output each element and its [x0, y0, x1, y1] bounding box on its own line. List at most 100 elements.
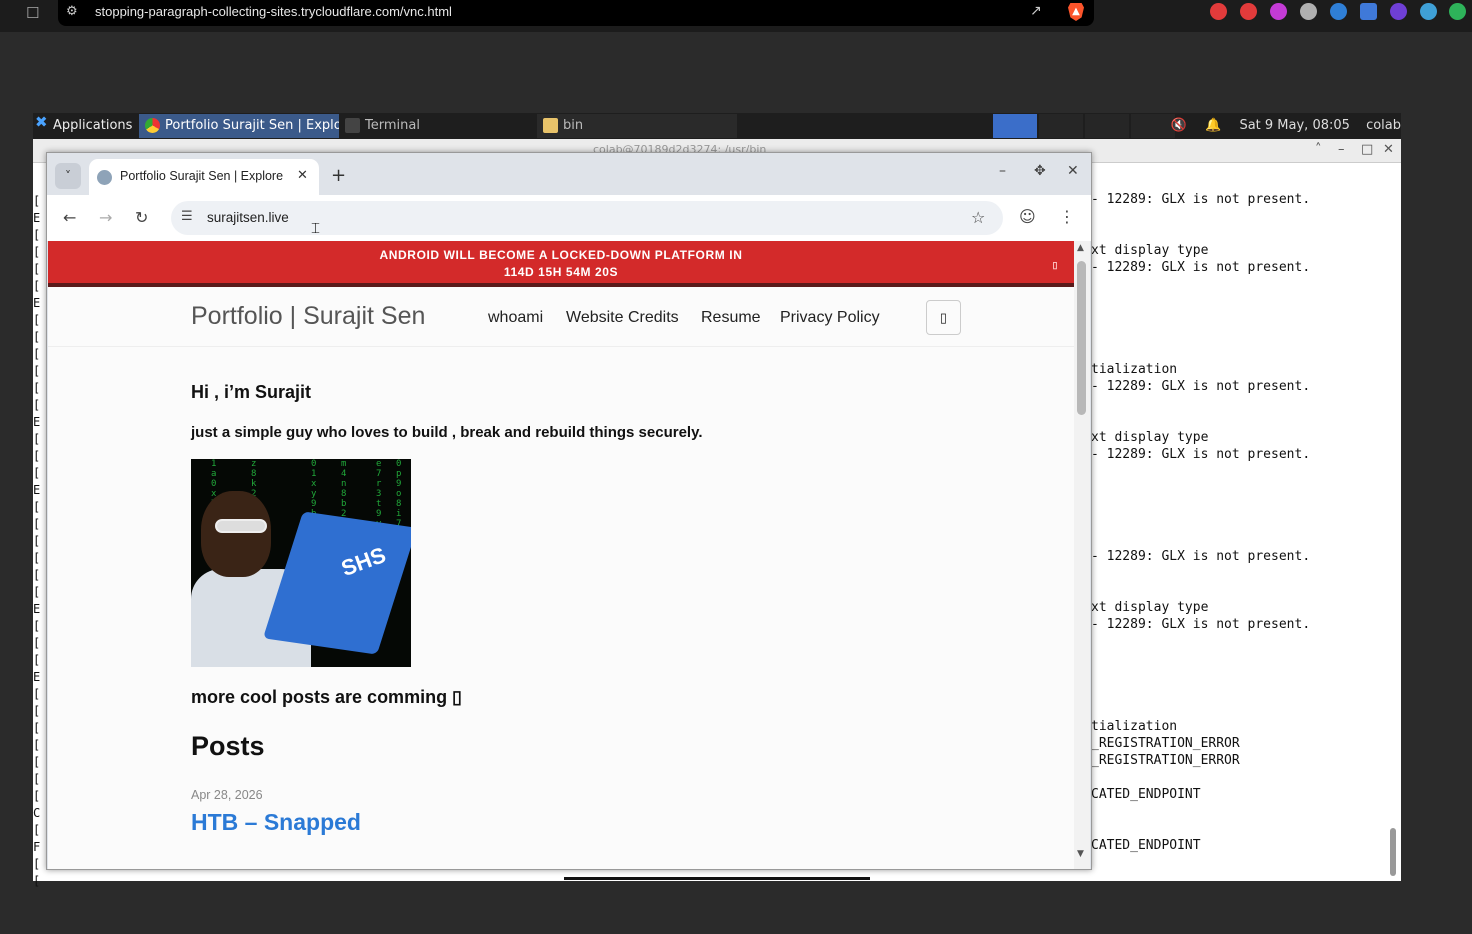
scroll-thumb[interactable]: [1077, 261, 1086, 415]
theme-toggle-button[interactable]: ▯: [926, 300, 961, 335]
banner-line: ANDROID WILL BECOME A LOCKED-DOWN PLATFO…: [379, 248, 743, 262]
desktop-panel: ✖ Applications Portfolio Surajit Sen | E…: [33, 113, 1401, 139]
terminal-line: - 12289: GLX is not present.: [1091, 617, 1311, 632]
terminal-icon: [345, 118, 360, 133]
close-tab-icon[interactable]: ✕: [297, 168, 308, 183]
site-settings-icon[interactable]: ⚙: [66, 4, 78, 19]
workspace-3[interactable]: [1085, 114, 1129, 138]
workspace-4[interactable]: [1131, 114, 1175, 138]
tab-search-icon[interactable]: ˅: [55, 163, 81, 189]
terminal-line: _REGISTRATION_ERROR: [1091, 736, 1240, 751]
terminal-scrollbar[interactable]: [1390, 828, 1396, 876]
terminal-line: - 12289: GLX is not present.: [1091, 260, 1311, 275]
page-scrollbar[interactable]: ▲ ▼: [1074, 241, 1090, 869]
menu-whoami[interactable]: whoami: [488, 309, 543, 327]
chrome-icon: [145, 118, 160, 133]
user-name[interactable]: colab: [1366, 118, 1401, 133]
task-terminal[interactable]: Terminal: [339, 114, 537, 138]
bookmark-icon[interactable]: ☐: [26, 4, 42, 22]
host-url-text[interactable]: stopping-paragraph-collecting-sites.tryc…: [95, 4, 452, 19]
countdown-banner: ANDROID WILL BECOME A LOCKED-DOWN PLATFO…: [48, 241, 1074, 287]
terminal-up-icon[interactable]: ˄: [1315, 142, 1322, 157]
minimize-icon[interactable]: –: [1338, 142, 1345, 157]
menu-website-credits[interactable]: Website Credits: [566, 309, 679, 327]
terminal-line: xt display type: [1091, 243, 1209, 258]
tab-portfolio[interactable]: Portfolio Surajit Sen | Explore ✕: [89, 159, 319, 195]
profile-icon[interactable]: ☺: [1019, 207, 1036, 226]
task-label: bin: [563, 118, 584, 133]
banner-countdown: 114D 15H 54M 20S: [503, 265, 619, 279]
bookmark-star-icon[interactable]: ☆: [971, 208, 985, 227]
clock[interactable]: Sat 9 May, 08:05: [1239, 118, 1349, 133]
folder-icon: [543, 118, 558, 133]
task-label: Portfolio Surajit Sen | Explo...: [165, 118, 339, 133]
menu-resume[interactable]: Resume: [701, 309, 761, 327]
workspace-2[interactable]: [1039, 114, 1083, 138]
back-icon[interactable]: ←: [63, 208, 76, 227]
scroll-down-icon[interactable]: ▼: [1077, 849, 1084, 859]
extension-icon[interactable]: [1449, 3, 1466, 20]
site-brand[interactable]: Portfolio | Surajit Sen: [191, 302, 425, 331]
terminal-line: - 12289: GLX is not present.: [1091, 379, 1311, 394]
site-info-icon[interactable]: ☰: [181, 209, 193, 224]
new-tab-icon[interactable]: +: [331, 165, 346, 186]
extension-icon[interactable]: [1270, 3, 1287, 20]
terminal-line: xt display type: [1091, 430, 1209, 445]
share-icon[interactable]: ↗: [1030, 3, 1042, 19]
gif-laptop: [262, 511, 411, 655]
terminal-line: CATED_ENDPOINT: [1091, 787, 1201, 802]
more-posts-text: more cool posts are comming ▯: [191, 687, 462, 707]
brave-shields-icon[interactable]: ▲: [1068, 3, 1084, 21]
intro-heading: Hi , i’m Surajit: [191, 382, 312, 402]
workspace-1[interactable]: [993, 114, 1037, 138]
restore-icon[interactable]: ✥: [1034, 163, 1046, 179]
vnc-bottom-handle: [564, 877, 870, 880]
favicon-icon: [97, 170, 112, 185]
terminal-line: xt display type: [1091, 600, 1209, 615]
maximize-icon[interactable]: □: [1361, 142, 1373, 157]
text-cursor-icon: ⌶: [311, 219, 321, 237]
terminal-line: tialization: [1091, 719, 1178, 734]
bell-icon[interactable]: 🔔: [1205, 118, 1221, 133]
reload-icon[interactable]: ↻: [135, 208, 148, 227]
chrome-window: ˅ Portfolio Surajit Sen | Explore ✕ + – …: [46, 152, 1092, 870]
site-header: Portfolio | Surajit Sen whoami Website C…: [48, 291, 1074, 347]
mute-icon[interactable]: 🔇: [1171, 118, 1187, 133]
extension-icon[interactable]: [1210, 3, 1227, 20]
scroll-up-icon[interactable]: ▲: [1077, 243, 1084, 253]
terminal-line: - 12289: GLX is not present.: [1091, 192, 1311, 207]
forward-icon[interactable]: →: [99, 208, 112, 227]
task-chrome[interactable]: Portfolio Surajit Sen | Explo...: [139, 114, 339, 138]
webpage: ANDROID WILL BECOME A LOCKED-DOWN PLATFO…: [48, 241, 1074, 869]
terminal-line: _REGISTRATION_ERROR: [1091, 753, 1240, 768]
posts-heading: Posts: [191, 731, 265, 761]
post-date: Apr 28, 2026: [191, 788, 263, 802]
address-bar[interactable]: ☰ surajitsen.live ☆: [171, 201, 1003, 235]
minimize-icon[interactable]: –: [999, 163, 1006, 179]
gif-person-face: [201, 491, 271, 577]
extension-icon[interactable]: [1330, 3, 1347, 20]
host-browser-bar: ☐ ⚙ stopping-paragraph-collecting-sites.…: [0, 0, 1472, 32]
extension-icon[interactable]: [1420, 3, 1437, 20]
close-window-icon[interactable]: ✕: [1067, 163, 1079, 179]
browser-toolbar: ← → ↻ ☰ surajitsen.live ☆ ⌶ ☺ ⋮: [47, 195, 1091, 241]
gif-glasses: [215, 519, 267, 533]
terminal-gutter: [ E [ [ [ [ E [ [ [ [ [ [ E [ [ [ E [ [ …: [33, 194, 41, 888]
close-icon[interactable]: ✕: [1383, 142, 1394, 157]
post-title-link[interactable]: HTB – Snapped: [191, 809, 361, 836]
host-address-bar[interactable]: ⚙ stopping-paragraph-collecting-sites.tr…: [58, 0, 1094, 26]
extension-icon[interactable]: [1300, 3, 1317, 20]
task-files[interactable]: bin: [537, 114, 737, 138]
extension-icon[interactable]: [1360, 3, 1377, 20]
tab-strip: ˅ Portfolio Surajit Sen | Explore ✕ + – …: [47, 153, 1091, 195]
url-text[interactable]: surajitsen.live: [207, 210, 289, 225]
extension-icon[interactable]: [1390, 3, 1407, 20]
menu-privacy-policy[interactable]: Privacy Policy: [780, 309, 880, 327]
panel-tray: 🔇 🔔 Sat 9 May, 08:05 colab: [1171, 113, 1401, 139]
banner-close-icon[interactable]: ▯: [1052, 257, 1058, 274]
extension-icon[interactable]: [1240, 3, 1257, 20]
hacker-gif: 1a0x7f3b9e2c z8k2q0w1e9r7t 01xy9bz3k7q2 …: [191, 459, 411, 667]
terminal-line: - 12289: GLX is not present.: [1091, 549, 1311, 564]
applications-menu[interactable]: Applications: [35, 113, 132, 139]
menu-kebab-icon[interactable]: ⋮: [1059, 207, 1075, 226]
